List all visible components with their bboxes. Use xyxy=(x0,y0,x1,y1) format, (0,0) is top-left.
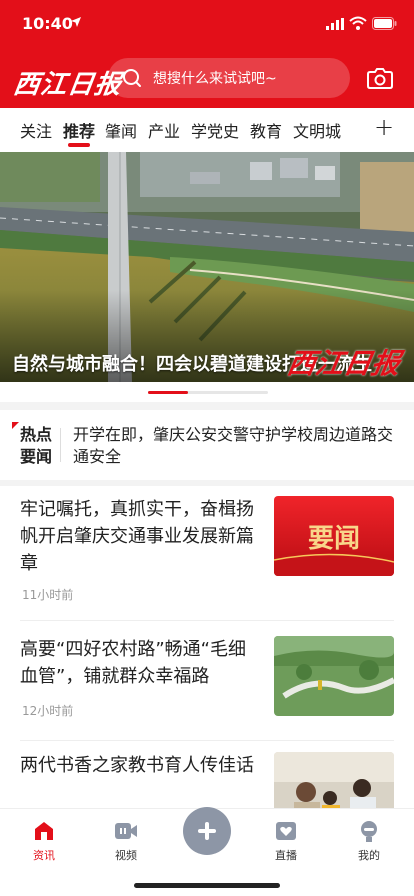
search-input[interactable]: 想搜什么来试试吧~ xyxy=(108,58,350,98)
status-bar: 10:40 xyxy=(0,0,414,48)
banner-watermark-logo: 西江日报 xyxy=(284,347,403,380)
hot-news-label: 热点要闻 xyxy=(20,425,53,466)
news-thumbnail-image xyxy=(274,752,394,808)
nav-live[interactable]: 直播 xyxy=(256,819,316,863)
tab-party-history[interactable]: 学党史 xyxy=(191,118,239,142)
cell-signal-icon xyxy=(326,18,344,30)
nav-video[interactable]: 视频 xyxy=(96,819,156,863)
channel-tabs: 关注 推荐 肇闻 产业 学党史 教育 文明城 + xyxy=(0,108,414,152)
news-list-item[interactable]: 牢记嘱托，真抓实干，奋楫扬帆开启肇庆交通事业发展新篇章 11小时前 要闻 xyxy=(0,486,414,616)
nav-profile[interactable]: 我的 xyxy=(339,819,399,863)
news-list-item[interactable]: 两代书香之家教书育人传佳话 xyxy=(0,746,414,808)
camera-icon[interactable] xyxy=(367,66,393,90)
section-divider xyxy=(0,402,414,410)
nav-label: 我的 xyxy=(358,849,380,862)
news-thumbnail[interactable]: 要闻 xyxy=(274,496,394,576)
news-thumbnail[interactable] xyxy=(274,636,394,716)
plus-icon-stroke xyxy=(205,822,209,840)
list-divider xyxy=(20,740,394,741)
nav-news[interactable]: 资讯 xyxy=(14,819,74,863)
wifi-icon xyxy=(349,16,367,30)
list-divider xyxy=(20,620,394,621)
news-title[interactable]: 两代书香之家教书育人传佳话 xyxy=(20,752,258,779)
hot-news-ticker[interactable]: 热点要闻 开学在即，肇庆公安交警守护学校周边道路交通安全 xyxy=(0,410,414,480)
carousel-active-dot xyxy=(148,391,188,394)
news-thumbnail-image xyxy=(274,636,394,716)
news-title[interactable]: 高要“四好农村路”畅通“毛细血管”，铺就群众幸福路 xyxy=(20,636,258,690)
location-arrow-icon xyxy=(71,17,81,27)
battery-icon xyxy=(372,17,397,30)
search-placeholder: 想搜什么来试试吧~ xyxy=(153,71,277,87)
add-channel-button[interactable]: + xyxy=(374,113,394,141)
thumbnail-text: 要闻 xyxy=(307,524,360,554)
hot-divider xyxy=(60,428,61,462)
app-header: 10:40 西江日报 想搜什么来试试吧~ xyxy=(0,0,414,108)
status-time: 10:40 xyxy=(22,14,73,33)
hot-flag-icon xyxy=(12,422,19,429)
nav-label: 资讯 xyxy=(33,849,55,862)
profile-icon xyxy=(361,821,377,842)
headline-carousel[interactable]: 自然与城市融合！四会以碧道建设打造一流生 西江日报 xyxy=(0,152,414,382)
active-tab-indicator xyxy=(68,143,90,147)
nav-label: 直播 xyxy=(275,849,297,862)
publish-button[interactable] xyxy=(183,807,231,855)
nav-label: 视频 xyxy=(115,849,137,862)
news-time: 11小时前 xyxy=(22,588,74,602)
news-title[interactable]: 牢记嘱托，真抓实干，奋楫扬帆开启肇庆交通事业发展新篇章 xyxy=(20,496,258,577)
tab-recommend[interactable]: 推荐 xyxy=(63,118,95,142)
home-indicator xyxy=(134,883,280,888)
tab-education[interactable]: 教育 xyxy=(250,118,282,142)
live-icon xyxy=(276,822,296,840)
tab-zhaowen[interactable]: 肇闻 xyxy=(105,118,137,142)
hot-news-text[interactable]: 开学在即，肇庆公安交警守护学校周边道路交通安全 xyxy=(73,424,403,468)
carousel-indicator xyxy=(0,389,414,395)
home-icon xyxy=(35,822,53,840)
video-icon xyxy=(115,823,137,839)
news-thumbnail[interactable] xyxy=(274,752,394,808)
news-list-item[interactable]: 高要“四好农村路”畅通“毛细血管”，铺就群众幸福路 12小时前 xyxy=(0,626,414,736)
tab-industry[interactable]: 产业 xyxy=(148,118,180,142)
tab-follow[interactable]: 关注 xyxy=(20,118,52,142)
tab-civilized-city[interactable]: 文明城 xyxy=(293,118,341,142)
news-time: 12小时前 xyxy=(22,704,74,718)
search-icon xyxy=(123,69,141,87)
